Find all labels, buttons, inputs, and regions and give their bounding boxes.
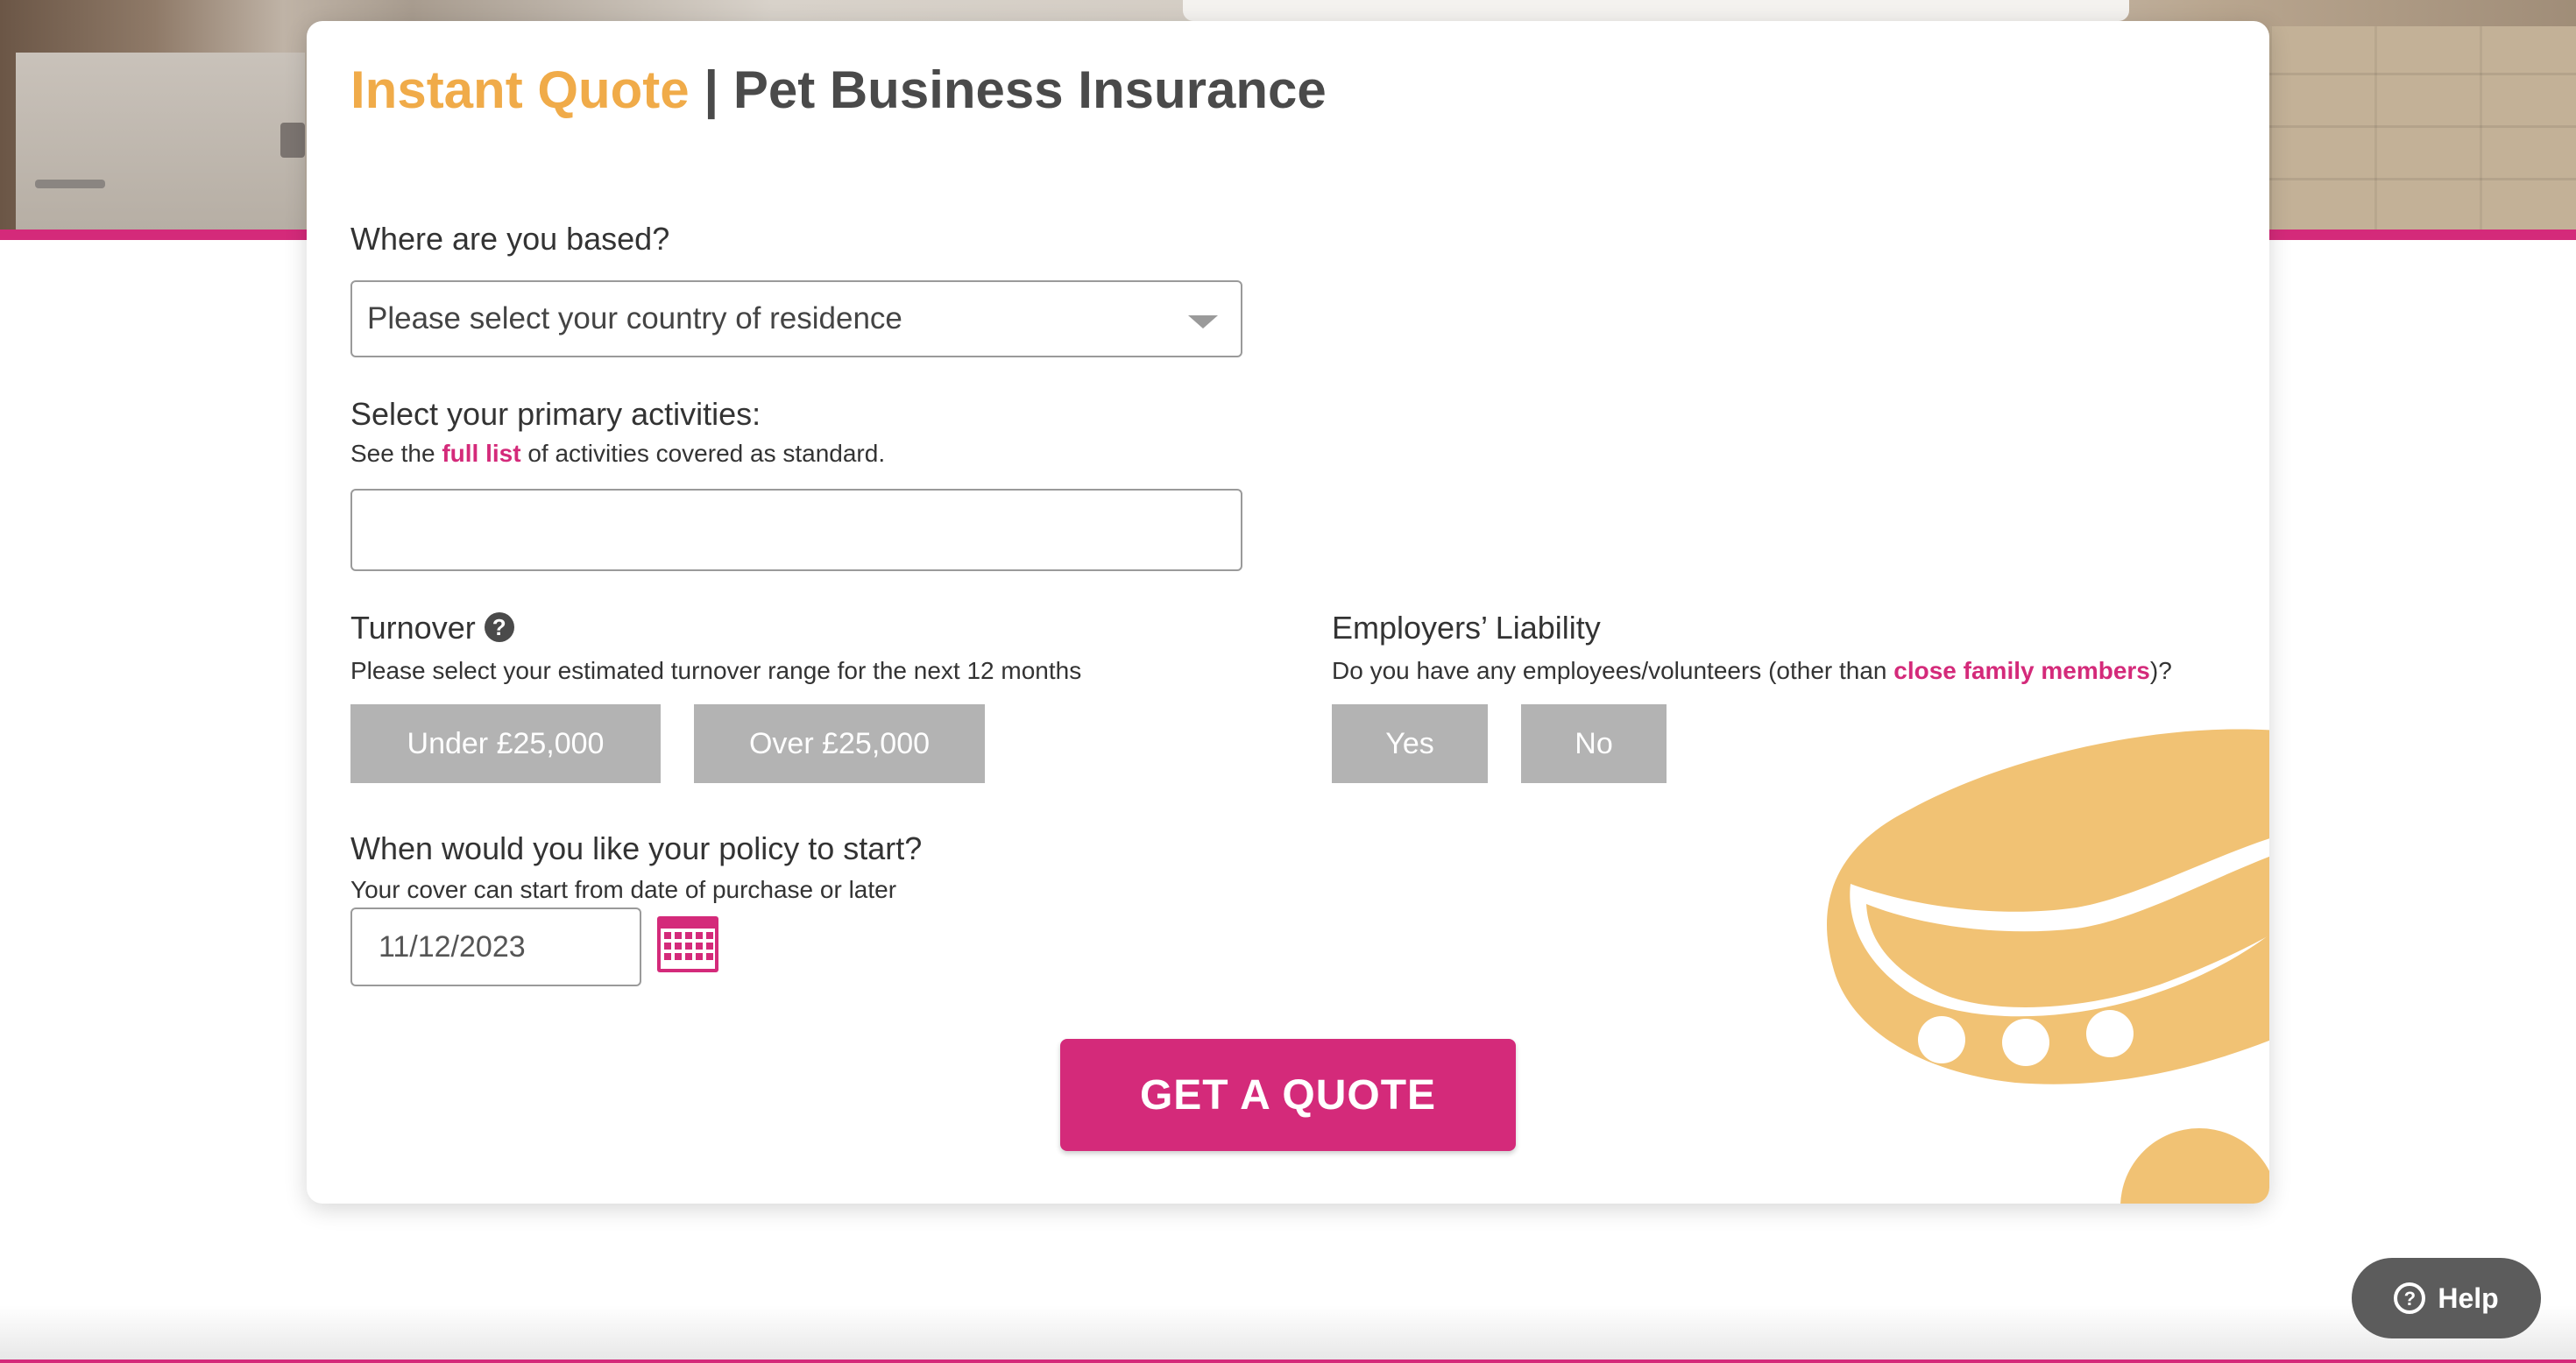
employers-liability-hint: Do you have any employees/volunteers (ot…	[1332, 657, 2172, 685]
activities-hint: See the full list of activities covered …	[350, 440, 885, 468]
employers-liability-label: Employers’ Liability	[1332, 610, 1601, 646]
help-label: Help	[2438, 1282, 2499, 1314]
activities-input[interactable]	[350, 489, 1242, 571]
calendar-icon[interactable]	[657, 916, 718, 972]
activities-label: Select your primary activities:	[350, 396, 761, 432]
hero-cloth	[1183, 0, 2129, 21]
policy-start-date-input[interactable]: 11/12/2023	[350, 907, 641, 986]
policy-start-hint: Your cover can start from date of purcha…	[350, 876, 897, 903]
title-separator: |	[704, 60, 719, 119]
country-select[interactable]: Please select your country of residence	[350, 280, 1242, 357]
help-button[interactable]: ? Help	[2352, 1258, 2541, 1338]
title-accent: Instant Quote	[350, 60, 690, 119]
chevron-down-icon	[1188, 315, 1218, 328]
get-a-quote-button[interactable]: GET A QUOTE	[1060, 1039, 1516, 1151]
hero-handle	[35, 180, 105, 188]
employers-hint-before: Do you have any employees/volunteers (ot…	[1332, 657, 1887, 684]
activities-hint-after: of activities covered as standard.	[527, 440, 886, 467]
employers-hint-after: )?	[2149, 657, 2172, 684]
footer-shadow	[0, 1305, 2576, 1363]
dog-collar-illustration	[1827, 729, 2269, 1204]
activities-hint-before: See the	[350, 440, 435, 467]
employers-yes-button[interactable]: Yes	[1332, 704, 1488, 783]
full-list-link[interactable]: full list	[442, 440, 520, 467]
location-label: Where are you based?	[350, 221, 670, 257]
title-main: Pet Business Insurance	[732, 60, 1327, 119]
turnover-over-button[interactable]: Over £25,000	[694, 704, 985, 783]
country-select-value: Please select your country of residence	[367, 301, 902, 335]
footer-accent-line	[0, 1359, 2576, 1363]
turnover-hint: Please select your estimated turnover ra…	[350, 657, 1082, 684]
close-family-members-link[interactable]: close family members	[1893, 657, 2150, 684]
hero-cabinet	[16, 53, 305, 233]
hero-brick-wall	[2269, 26, 2576, 233]
hero-handle	[280, 123, 305, 158]
question-circle-icon: ?	[2394, 1282, 2426, 1314]
policy-start-date-value: 11/12/2023	[379, 929, 526, 964]
policy-start-label: When would you like your policy to start…	[350, 830, 923, 866]
turnover-label-row: Turnover?	[350, 610, 514, 646]
page-title: Instant Quote | Pet Business Insurance	[350, 60, 1327, 120]
quote-form-card: Instant Quote | Pet Business Insurance W…	[307, 21, 2269, 1204]
employers-no-button[interactable]: No	[1521, 704, 1667, 783]
question-circle-icon[interactable]: ?	[484, 612, 514, 642]
turnover-under-button[interactable]: Under £25,000	[350, 704, 661, 783]
turnover-label: Turnover	[350, 610, 476, 646]
